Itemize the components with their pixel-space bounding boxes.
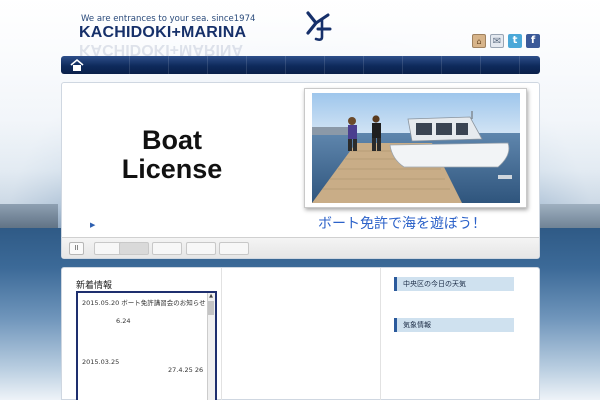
- slide-caption[interactable]: ボート免許で海を遊ぼう！: [318, 213, 486, 233]
- slide-thumb-2[interactable]: [119, 242, 149, 255]
- weather-heading: 中央区の今日の天気: [394, 277, 514, 291]
- news-heading: 新着情報: [76, 281, 113, 291]
- news-title-text: ボート免許講習会のお知らせ: [121, 299, 206, 307]
- column-divider: [380, 268, 381, 400]
- twitter-icon[interactable]: t: [508, 34, 522, 48]
- column-divider: [221, 268, 222, 400]
- site-tagline: We are entrances to your sea. since1974: [81, 14, 256, 24]
- news-scrollbar-thumb[interactable]: [208, 301, 214, 315]
- slide-photo-frame[interactable]: [304, 88, 527, 208]
- facebook-icon[interactable]: f: [526, 34, 540, 48]
- news-item-2-sub: 27.4.25 26: [168, 366, 204, 374]
- news-item-1[interactable]: 2015.05.20 ボート免許講習会のお知らせ: [82, 297, 206, 307]
- news-list-box[interactable]: [76, 291, 217, 400]
- logo-word-1: KACHIDOKI: [79, 24, 172, 41]
- home-icon[interactable]: ⌂: [472, 34, 486, 48]
- slide-thumb-3[interactable]: [152, 242, 182, 255]
- mail-icon[interactable]: ✉: [490, 34, 504, 48]
- city-skyline-left: [0, 204, 58, 230]
- weather-info-heading: 気象情報: [394, 318, 514, 332]
- nav-separators: [91, 56, 531, 74]
- slide-title-line-2: License: [121, 154, 223, 184]
- slide-photo: [312, 93, 520, 203]
- pause-button[interactable]: II: [69, 242, 84, 255]
- anchor-mark-icon: [306, 11, 332, 41]
- global-nav-bar: [61, 56, 540, 74]
- logo-join: +: [171, 24, 182, 41]
- slide-title-line-1: Boat: [142, 125, 202, 155]
- home-icon[interactable]: [69, 58, 85, 72]
- news-item-1-sub: 6.24: [116, 317, 131, 325]
- slide-title[interactable]: Boat License: [112, 126, 232, 184]
- scroll-up-icon[interactable]: ▲: [208, 293, 214, 300]
- news-date: 2015.05.20: [82, 299, 120, 307]
- news-item-2[interactable]: 2015.03.25: [82, 358, 119, 366]
- logo-word-2: MARINA: [181, 24, 247, 41]
- slide-thumb-4[interactable]: [186, 242, 216, 255]
- slide-thumb-5[interactable]: [219, 242, 249, 255]
- city-skyline-right: [540, 204, 600, 230]
- slide-arrow-icon[interactable]: ▶: [90, 221, 95, 229]
